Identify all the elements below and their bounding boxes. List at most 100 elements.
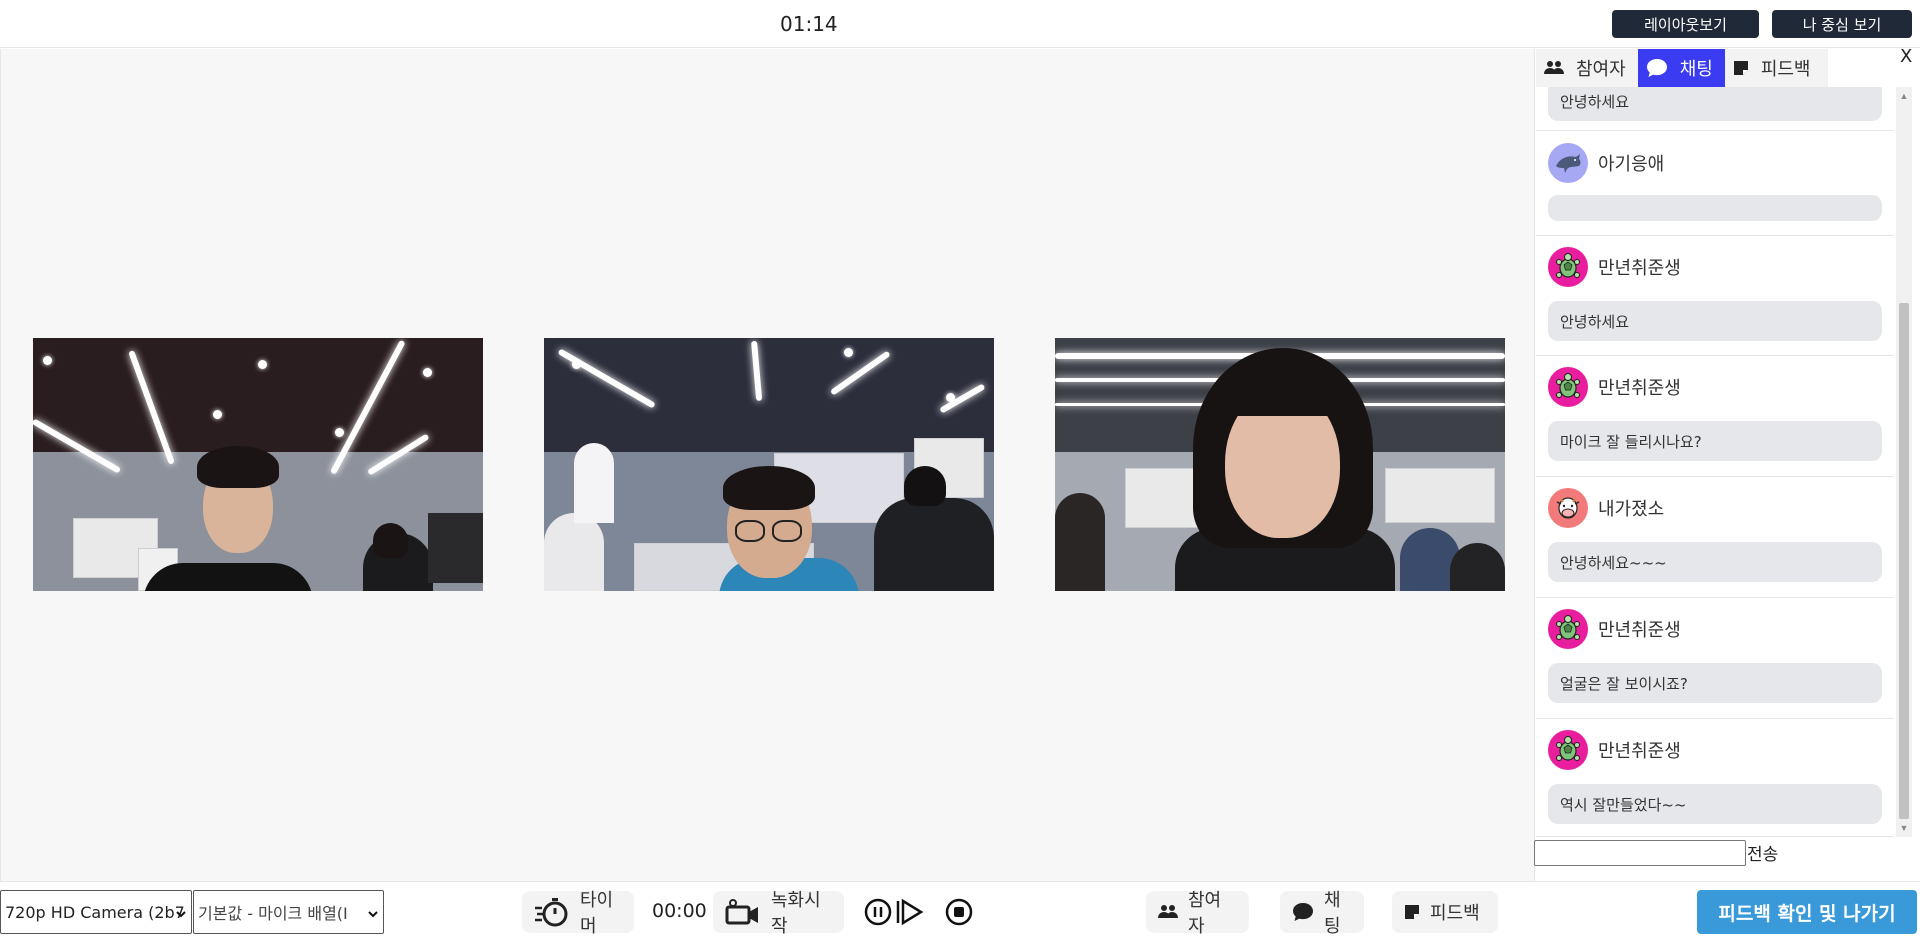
close-panel-button[interactable]: X [1900,46,1912,67]
person-body [143,563,313,591]
note-icon [1404,904,1420,920]
self-view-button[interactable]: 나 중심 보기 [1772,10,1912,38]
tab-feedback-label: 피드백 [1760,59,1811,80]
chat-message: 아기응애 [1536,131,1894,236]
timer-button[interactable]: 타이머 [522,890,634,937]
participant-video-1 [33,338,483,591]
whiteboard [1385,468,1495,523]
ceiling-spot [572,360,581,369]
ceiling-spot [844,348,853,357]
start-recording-label: 녹화시작 [771,890,821,937]
person-body [544,513,604,591]
monitor [428,513,483,583]
tab-chat[interactable]: 채팅 [1637,49,1725,87]
chat-message-text: 마이크 잘 들리시나요? [1548,421,1882,461]
person-hair [1220,368,1345,416]
chat-message-header: 내가졌소 [1548,488,1664,528]
video-camera-icon [725,897,761,927]
chat-message: 내가졌소 안녕하세요~~~ [1536,477,1894,598]
turtle-avatar-icon [1548,247,1588,287]
chevron-down-icon [175,905,187,924]
participant-video-2 [544,338,994,591]
chat-message-text: 역시 잘만들었다~~ [1548,784,1882,824]
ceiling-spot [213,410,222,419]
turtle-avatar-icon [1548,730,1588,770]
start-recording-button[interactable]: 녹화시작 [713,890,844,937]
chat-message: 만년취준생 역시 잘만들었다~~ [1536,719,1894,837]
ceiling [544,338,994,452]
chat-scrollbar[interactable]: ▲ ▼ [1896,87,1912,837]
resume-button[interactable] [895,897,925,927]
play-icon [896,898,924,926]
stop-recording-button[interactable] [944,897,974,927]
microphone-select[interactable]: 기본값 - 마이크 배열(I [193,890,384,934]
chat-message: 만년취준생 마이크 잘 들리시나요? [1536,356,1894,477]
timer-button-label: 타이머 [580,890,614,937]
chat-button-label: 채팅 [1324,890,1341,937]
feedback-button[interactable]: 피드백 [1392,891,1498,933]
chat-message-list[interactable]: 안녕하세요 아기응애 만년취준생 안녕하세요 만년취준생 마이크 잘 들리시나요… [1536,87,1912,837]
recording-time: 00:00 [652,900,707,922]
chat-message-text [1548,195,1882,221]
chat-sender-name: 만년취준생 [1598,258,1681,279]
ceiling-spot [946,393,955,402]
tab-participants-label: 참여자 [1576,59,1626,80]
chat-message-header: 만년취준생 [1548,367,1681,407]
video-stage [0,49,1535,881]
camera-select-value: 720p HD Camera (2b7 [5,902,185,922]
chat-message-text: 안녕하세요 [1548,301,1882,341]
participants-icon [1544,60,1564,76]
chat-message-header: 만년취준생 [1548,730,1681,770]
cow-avatar-icon [1548,488,1588,528]
tab-feedback[interactable]: 피드백 [1725,49,1823,87]
participants-icon [1158,904,1178,920]
chat-button[interactable]: 채팅 [1280,890,1364,937]
ceiling-spot [423,368,432,377]
scroll-up-arrow-icon[interactable]: ▲ [1896,91,1912,101]
glasses [772,520,802,542]
layout-view-button[interactable]: 레이아웃보기 [1612,10,1759,38]
tab-chat-label: 채팅 [1679,59,1713,80]
turtle-avatar-icon [1548,609,1588,649]
chat-sender-name: 아기응애 [1598,154,1665,175]
chat-sender-name: 만년취준생 [1598,741,1681,762]
chat-sender-name: 만년취준생 [1598,620,1681,641]
ceiling [33,338,483,452]
pause-button[interactable] [863,897,893,927]
turtle-avatar-icon [1548,367,1588,407]
send-button[interactable]: 전송 [1747,840,1778,865]
pause-icon [864,898,892,926]
scroll-down-arrow-icon[interactable]: ▼ [1896,823,1912,833]
dolphin-avatar-icon [1548,143,1588,183]
person-body [874,498,994,591]
chevron-down-icon [367,905,379,924]
scrollbar-thumb[interactable] [1899,303,1909,819]
person-body [1450,543,1505,591]
chat-bubble-icon [1646,58,1668,78]
chat-message-input[interactable] [1534,840,1746,866]
top-bar: 01:14 레이아웃보기 나 중심 보기 [0,0,1920,48]
camera-select[interactable]: 720p HD Camera (2b7 [0,890,192,934]
person-body [574,443,614,523]
chat-message: 만년취준생 얼굴은 잘 보이시죠? [1536,598,1894,719]
glasses [735,520,765,542]
chat-message-text: 안녕하세요~~~ [1548,542,1882,582]
microphone-select-value: 기본값 - 마이크 배열(I [198,904,348,923]
stopwatch-icon [534,897,570,927]
ceiling-spot [335,428,344,437]
feedback-and-exit-button[interactable]: 피드백 확인 및 나가기 [1697,890,1917,934]
stop-icon [945,898,973,926]
tab-participants[interactable]: 참여자 [1536,49,1638,87]
chat-message: 안녕하세요 [1536,87,1894,131]
feedback-button-label: 피드백 [1430,903,1480,924]
ceiling-spot [43,356,52,365]
participants-button[interactable]: 참여자 [1146,890,1249,937]
chat-sender-name: 만년취준생 [1598,378,1681,399]
chat-message: 만년취준생 안녕하세요 [1536,236,1894,356]
chat-bubble-icon [1292,902,1314,922]
person-hair [373,523,408,558]
chat-message-text: 안녕하세요 [1548,87,1882,121]
chat-message-header: 아기응애 [1548,143,1664,183]
chat-message-header: 만년취준생 [1548,609,1681,649]
person-body [1055,493,1105,591]
